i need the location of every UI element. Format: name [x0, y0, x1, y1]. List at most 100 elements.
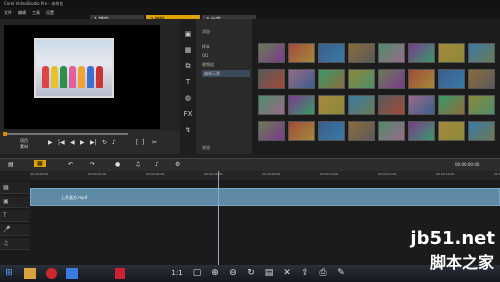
next-icon[interactable]: ▶ — [80, 139, 85, 146]
media-thumbnail[interactable] — [408, 95, 435, 115]
graphic-icon[interactable]: ◍ — [182, 93, 194, 103]
instant-project-icon[interactable]: ▦ — [182, 45, 194, 55]
prev-icon[interactable]: ◀ — [70, 139, 75, 146]
zoom-out-icon[interactable]: ⊖ — [226, 267, 240, 280]
fit-icon[interactable]: ▢ — [190, 267, 204, 280]
media-thumbnail[interactable] — [408, 121, 435, 141]
title-icon[interactable]: T — [182, 77, 194, 87]
library-item-sample[interactable]: 样本 — [202, 43, 210, 50]
media-thumbnail[interactable] — [258, 121, 285, 141]
media-thumbnail[interactable] — [408, 43, 435, 63]
clip-title: 上升画方.mp4 — [61, 195, 88, 200]
browser-icon[interactable] — [46, 268, 57, 279]
app-title: Corel VideoStudio Pro - 未命名 — [4, 1, 64, 6]
clip-mode-label[interactable]: 素材 — [20, 144, 28, 150]
path-icon[interactable]: ↯ — [182, 125, 194, 135]
scrub-bar[interactable] — [3, 133, 128, 135]
title-track-icon[interactable]: T — [3, 212, 7, 219]
undo-icon[interactable]: ↶ — [68, 161, 73, 168]
media-thumbnail[interactable] — [288, 121, 315, 141]
mark-in-icon[interactable]: [ — [136, 139, 138, 146]
save-icon[interactable]: ▤ — [262, 267, 276, 280]
filter-icon[interactable]: FX — [182, 109, 194, 119]
voice-track-icon[interactable]: 🎤 — [3, 226, 10, 233]
media-thumbnail[interactable] — [378, 95, 405, 115]
media-thumbnail[interactable] — [258, 69, 285, 89]
record-icon[interactable]: ● — [115, 161, 120, 168]
media-thumbnail[interactable] — [288, 69, 315, 89]
media-thumbnail[interactable] — [318, 121, 345, 141]
preview-window — [4, 25, 160, 129]
edit-icon[interactable]: ✎ — [334, 267, 348, 280]
rewind-icon[interactable]: |◀ — [58, 139, 65, 146]
media-thumbnail[interactable] — [348, 95, 375, 115]
media-thumbnail[interactable] — [318, 95, 345, 115]
storyboard-view-icon[interactable]: ▤ — [8, 161, 14, 168]
zoom-ratio[interactable]: 1:1 — [170, 267, 184, 280]
media-thumbnail[interactable] — [348, 121, 375, 141]
menu-settings[interactable]: 设置 — [46, 7, 54, 19]
media-thumbnail[interactable] — [258, 95, 285, 115]
windows-logo-icon[interactable]: ⊞ — [2, 267, 16, 280]
cut-icon[interactable]: ✂ — [152, 139, 157, 146]
library-item-video[interactable]: 视频组 — [202, 61, 214, 68]
media-thumbnail[interactable] — [288, 95, 315, 115]
music-track-icon[interactable]: ♫ — [3, 240, 8, 247]
media-thumbnail[interactable] — [468, 95, 495, 115]
scrub-handle[interactable] — [3, 132, 7, 136]
media-thumbnail[interactable] — [378, 121, 405, 141]
video-track-icon[interactable]: ▦ — [3, 184, 9, 191]
thumbnail-grid — [252, 19, 500, 154]
explorer-icon[interactable] — [24, 268, 36, 279]
zoom-in-icon[interactable]: ⊕ — [208, 267, 222, 280]
app-window: Corel VideoStudio Pro - 未命名 文件 编辑 工具 设置 … — [0, 0, 500, 282]
mark-out-icon[interactable]: ] — [142, 139, 144, 146]
media-thumbnail[interactable] — [468, 69, 495, 89]
repeat-icon[interactable]: ↻ — [102, 139, 107, 146]
videostudio-icon[interactable] — [115, 268, 125, 279]
playhead[interactable] — [218, 171, 219, 265]
timeline-clip[interactable]: 上升画方.mp4 — [30, 188, 500, 206]
media-thumbnail[interactable] — [318, 69, 345, 89]
browse-button[interactable]: 浏览 — [202, 144, 210, 151]
media-thumbnail[interactable] — [438, 121, 465, 141]
app-icon[interactable] — [66, 268, 78, 279]
overlay-track-icon[interactable]: ▣ — [3, 198, 9, 205]
media-icon[interactable]: ▣ — [182, 29, 194, 39]
share-icon[interactable]: ⇪ — [298, 267, 312, 280]
transition-icon[interactable]: ⧉ — [182, 61, 194, 71]
auto-music-icon[interactable]: ♪ — [155, 161, 159, 168]
media-thumbnail[interactable] — [408, 69, 435, 89]
mixer-icon[interactable]: ♫ — [135, 161, 140, 168]
play-icon[interactable]: ▶ — [48, 139, 53, 146]
media-thumbnail[interactable] — [288, 43, 315, 63]
menu-tools[interactable]: 工具 — [32, 7, 40, 19]
media-thumbnail[interactable] — [438, 43, 465, 63]
timeline-view-icon[interactable]: ▦ — [34, 160, 46, 167]
media-thumbnail[interactable] — [348, 69, 375, 89]
media-thumbnail[interactable] — [318, 43, 345, 63]
media-thumbnail[interactable] — [438, 69, 465, 89]
media-thumbnail[interactable] — [438, 95, 465, 115]
rotate-icon[interactable]: ↻ — [244, 267, 258, 280]
media-thumbnail[interactable] — [378, 69, 405, 89]
end-icon[interactable]: ▶| — [90, 139, 97, 146]
volume-icon[interactable]: ♪ — [112, 139, 116, 146]
ruler-tick-label: 00:00:08:00 — [262, 172, 281, 176]
media-thumbnail[interactable] — [468, 121, 495, 141]
menu-file[interactable]: 文件 — [4, 7, 12, 19]
menu-edit[interactable]: 编辑 — [18, 7, 26, 19]
ruler-tick-label: 00:00:00:00 — [30, 172, 49, 176]
motion-icon[interactable]: ⚙ — [175, 161, 180, 168]
delete-icon[interactable]: ✕ — [280, 267, 294, 280]
media-thumbnail[interactable] — [468, 43, 495, 63]
library-item-edit[interactable]: 编辑元素 — [202, 70, 250, 77]
media-thumbnail[interactable] — [258, 43, 285, 63]
print-icon[interactable]: ⎙ — [316, 267, 330, 280]
add-button[interactable]: 添加 — [202, 28, 210, 35]
library-item-oo[interactable]: OO — [202, 52, 208, 59]
library-panel: 添加 样本 OO 视频组 编辑元素 浏览 — [196, 19, 252, 154]
media-thumbnail[interactable] — [378, 43, 405, 63]
redo-icon[interactable]: ↷ — [90, 161, 95, 168]
media-thumbnail[interactable] — [348, 43, 375, 63]
